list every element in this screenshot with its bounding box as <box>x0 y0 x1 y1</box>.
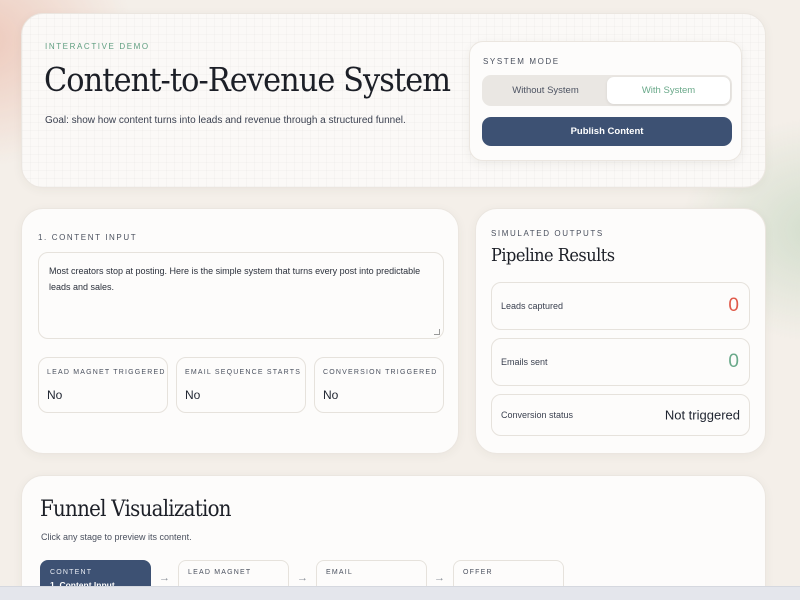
emails-sent-label: Emails sent <box>501 357 548 367</box>
email-sequence-value: No <box>185 388 201 402</box>
page-title: Content-to-Revenue System <box>44 60 451 99</box>
resize-handle-icon[interactable] <box>434 329 440 335</box>
arrow-right-icon: → <box>434 572 445 584</box>
stage-content-label: CONTENT <box>50 569 93 576</box>
stage-offer-label: OFFER <box>463 569 493 576</box>
stage-email-label: EMAIL <box>326 569 354 576</box>
lead-magnet-value: No <box>47 388 63 402</box>
conversion-status-value: Not triggered <box>664 407 740 423</box>
leads-captured-value: 0 <box>728 295 739 316</box>
email-sequence-label: EMAIL SEQUENCE STARTS <box>185 369 302 376</box>
leads-captured-label: Leads captured <box>501 301 564 311</box>
conversion-status-box: CONVERSION TRIGGERED No <box>314 357 444 413</box>
email-sequence-status: EMAIL SEQUENCE STARTS No <box>176 357 306 413</box>
emails-sent-value: 0 <box>728 351 739 372</box>
mode-toggle: Without System With System <box>482 75 732 106</box>
funnel-title: Funnel Visualization <box>40 497 232 522</box>
content-textarea[interactable]: Most creators stop at posting. Here is t… <box>38 252 444 339</box>
arrow-right-icon: → <box>297 572 308 584</box>
leads-captured-row: Leads captured 0 <box>491 282 750 330</box>
conversion-label: CONVERSION TRIGGERED <box>323 369 438 376</box>
conversion-value: No <box>323 388 339 402</box>
emails-sent-row: Emails sent 0 <box>491 338 750 386</box>
pipeline-results-title: Pipeline Results <box>491 245 615 266</box>
pipeline-results-card: SIMULATED OUTPUTS Pipeline Results Leads… <box>475 208 766 454</box>
goal-text: Goal: show how content turns into leads … <box>45 115 406 126</box>
without-system-option[interactable]: Without System <box>484 77 607 104</box>
with-system-option[interactable]: With System <box>607 77 730 104</box>
publish-content-button[interactable]: Publish Content <box>482 117 732 146</box>
system-mode-panel: SYSTEM MODE Without System With System P… <box>469 41 742 161</box>
content-text: Most creators stop at posting. Here is t… <box>49 266 421 292</box>
horizontal-scrollbar[interactable] <box>0 586 800 600</box>
funnel-hint: Click any stage to preview its content. <box>41 532 192 542</box>
funnel-visualization-card: Funnel Visualization Click any stage to … <box>21 475 766 600</box>
arrow-right-icon: → <box>159 572 170 584</box>
content-input-card: 1. CONTENT INPUT Most creators stop at p… <box>21 208 459 454</box>
lead-magnet-label: LEAD MAGNET TRIGGERED <box>47 369 166 376</box>
conversion-status-row: Conversion status Not triggered <box>491 394 750 436</box>
stage-lead-magnet-label: LEAD MAGNET <box>188 569 252 576</box>
content-input-heading: 1. CONTENT INPUT <box>38 233 138 242</box>
hero-eyebrow: INTERACTIVE DEMO <box>45 42 150 51</box>
system-mode-label: SYSTEM MODE <box>483 57 560 66</box>
conversion-status-label: Conversion status <box>501 410 574 420</box>
hero-card: INTERACTIVE DEMO Content-to-Revenue Syst… <box>21 13 766 188</box>
lead-magnet-status: LEAD MAGNET TRIGGERED No <box>38 357 168 413</box>
outputs-eyebrow: SIMULATED OUTPUTS <box>491 229 604 238</box>
